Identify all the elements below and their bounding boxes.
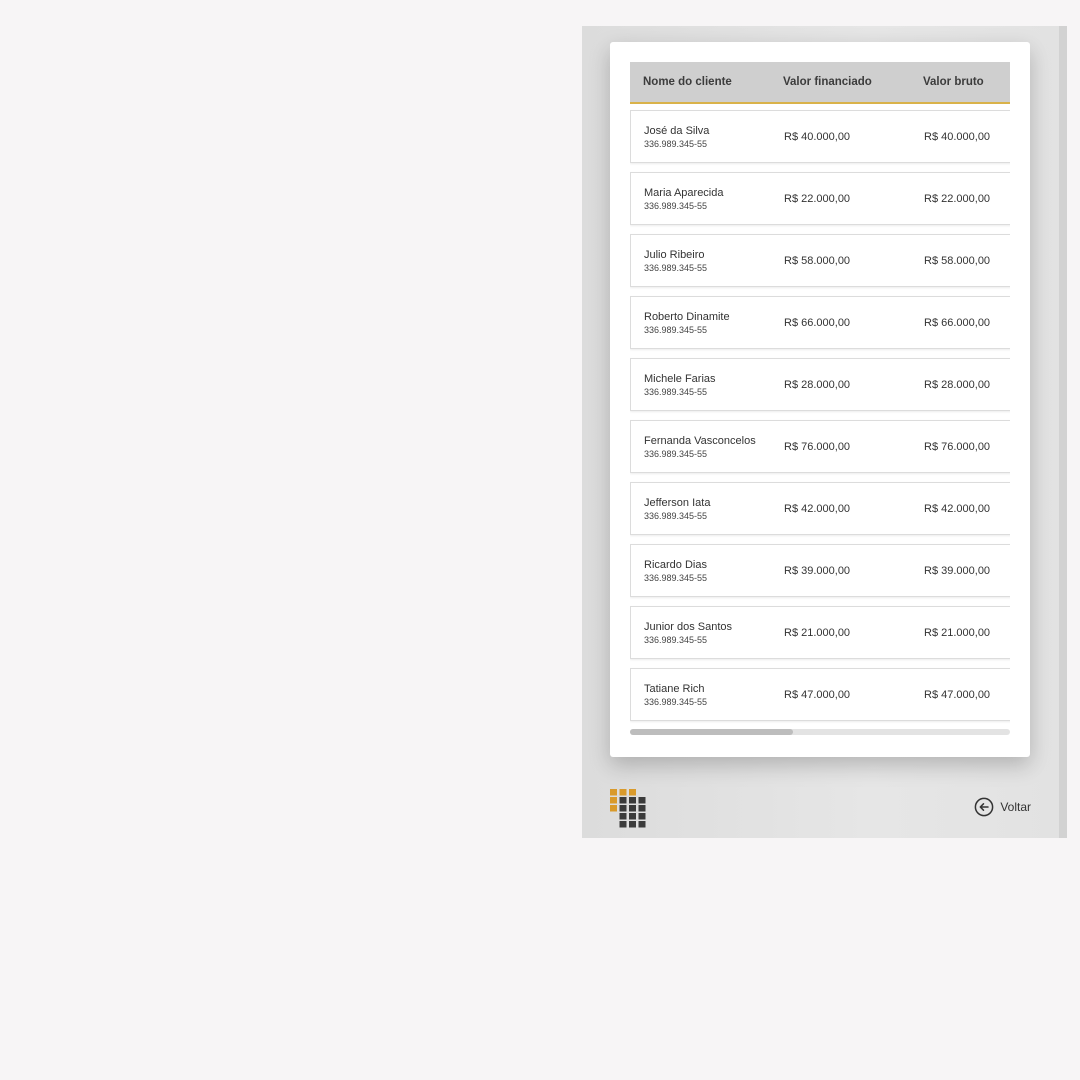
financed-value: R$ 66.000,00 xyxy=(784,316,851,329)
client-cpf: 336.989.345-55 xyxy=(644,634,708,645)
client-cell: Maria Aparecida 336.989.345-55 xyxy=(631,186,771,212)
client-cpf: 336.989.345-55 xyxy=(644,696,708,707)
client-cpf: 336.989.345-55 xyxy=(644,324,708,335)
table-row[interactable]: Ricardo Dias 336.989.345-55 R$ 39.000,00 R$… xyxy=(630,544,1010,597)
table-row[interactable]: Fernanda Vasconcelos 336.989.345-55 R$ 76.… xyxy=(630,420,1010,473)
financed-value: R$ 21.000,00 xyxy=(784,626,851,639)
device-edge xyxy=(1059,26,1067,838)
client-name: José da Silva xyxy=(644,124,710,137)
logo-dot xyxy=(619,805,627,812)
gross-value: R$ 40.000,00 xyxy=(924,130,991,143)
client-cpf: 336.989.345-55 xyxy=(644,510,708,521)
back-button[interactable]: Voltar xyxy=(974,797,1031,817)
financed-value: R$ 28.000,00 xyxy=(784,378,851,391)
header-financed-value[interactable]: Valor financiado xyxy=(770,76,910,88)
client-cell: Junior dos Santos 336.989.345-55 xyxy=(631,620,771,646)
gross-value: R$ 76.000,00 xyxy=(924,440,991,453)
client-cpf: 336.989.345-55 xyxy=(644,262,708,273)
client-cpf: 336.989.345-55 xyxy=(644,448,708,459)
logo-dot xyxy=(619,789,627,796)
client-cell: Jefferson Iata 336.989.345-55 xyxy=(631,496,771,522)
client-table-card: Nome do cliente Valor financiado Valor b… xyxy=(610,42,1030,757)
header-gross-value[interactable]: Valor bruto xyxy=(910,76,1010,88)
table-body: José da Silva 336.989.345-55 R$ 40.000,00 R… xyxy=(630,110,1010,721)
client-name: Maria Aparecida xyxy=(644,186,724,199)
logo-dot xyxy=(638,821,646,828)
gross-value: R$ 42.000,00 xyxy=(924,502,991,515)
financed-value: R$ 40.000,00 xyxy=(784,130,851,143)
logo-dot xyxy=(629,813,636,820)
back-label: Voltar xyxy=(1000,800,1031,814)
horizontal-scrollbar[interactable] xyxy=(630,729,1010,735)
gross-value: R$ 39.000,00 xyxy=(924,564,991,577)
device-screen: Nome do cliente Valor financiado Valor b… xyxy=(582,26,1067,838)
logo-dot xyxy=(638,805,646,812)
financed-value: R$ 47.000,00 xyxy=(784,688,851,701)
table-header: Nome do cliente Valor financiado Valor b… xyxy=(630,62,1010,104)
gross-value: R$ 66.000,00 xyxy=(924,316,991,329)
client-cell: Ricardo Dias 336.989.345-55 xyxy=(631,558,771,584)
logo-dot xyxy=(629,821,636,828)
client-name: Michele Farias xyxy=(644,372,716,385)
financed-value: R$ 58.000,00 xyxy=(784,254,851,267)
header-client-name[interactable]: Nome do cliente xyxy=(630,76,770,88)
logo-dot xyxy=(610,797,617,804)
client-name: Jefferson Iata xyxy=(644,496,711,509)
client-cell: Fernanda Vasconcelos 336.989.345-55 xyxy=(631,434,771,460)
financed-value: R$ 76.000,00 xyxy=(784,440,851,453)
logo-dot xyxy=(638,797,646,804)
client-cell: Roberto Dinamite 336.989.345-55 xyxy=(631,310,771,336)
client-cell: Julio Ribeiro 336.989.345-55 xyxy=(631,248,771,274)
logo-dot xyxy=(619,821,627,828)
table-row[interactable]: José da Silva 336.989.345-55 R$ 40.000,00 R… xyxy=(630,110,1010,163)
client-name: Julio Ribeiro xyxy=(644,248,705,261)
table-row[interactable]: Roberto Dinamite 336.989.345-55 R$ 66.000,… xyxy=(630,296,1010,349)
logo-dot xyxy=(629,805,636,812)
financed-value: R$ 22.000,00 xyxy=(784,192,851,205)
client-cpf: 336.989.345-55 xyxy=(644,572,708,583)
gross-value: R$ 21.000,00 xyxy=(924,626,991,639)
client-name: Fernanda Vasconcelos xyxy=(644,434,756,447)
logo-dot xyxy=(610,789,617,796)
gross-value: R$ 58.000,00 xyxy=(924,254,991,267)
logo-dot xyxy=(619,797,627,804)
logo-dot xyxy=(629,789,636,796)
logo-dot xyxy=(619,813,627,820)
scrollbar-thumb[interactable] xyxy=(630,729,794,735)
dot-grid-logo-icon xyxy=(610,789,650,829)
client-name: Roberto Dinamite xyxy=(644,310,730,323)
financed-value: R$ 39.000,00 xyxy=(784,564,851,577)
logo-dot xyxy=(638,813,646,820)
client-name: Ricardo Dias xyxy=(644,558,707,571)
client-name: Junior dos Santos xyxy=(644,620,733,633)
logo-dot xyxy=(629,797,636,804)
gross-value: R$ 22.000,00 xyxy=(924,192,991,205)
table-row[interactable]: Julio Ribeiro 336.989.345-55 R$ 58.000,00 R… xyxy=(630,234,1010,287)
table-row[interactable]: Jefferson Iata 336.989.345-55 R$ 42.000,00… xyxy=(630,482,1010,535)
client-cell: José da Silva 336.989.345-55 xyxy=(631,124,771,150)
table-row[interactable]: Maria Aparecida 336.989.345-55 R$ 22.000,0… xyxy=(630,172,1010,225)
gross-value: R$ 47.000,00 xyxy=(924,688,991,701)
logo-dot xyxy=(610,805,617,812)
client-cell: Michele Farias 336.989.345-55 xyxy=(631,372,771,398)
client-cell: Tatiane Rich 336.989.345-55 xyxy=(631,682,771,708)
arrow-left-circle-icon xyxy=(974,797,994,817)
table-viewport[interactable]: Nome do cliente Valor financiado Valor b… xyxy=(630,62,1010,737)
client-cpf: 336.989.345-55 xyxy=(644,386,708,397)
client-cpf: 336.989.345-55 xyxy=(644,138,708,149)
client-cpf: 336.989.345-55 xyxy=(644,200,708,211)
client-name: Tatiane Rich xyxy=(644,682,705,695)
table-row[interactable]: Michele Farias 336.989.345-55 R$ 28.000,00… xyxy=(630,358,1010,411)
financed-value: R$ 42.000,00 xyxy=(784,502,851,515)
gross-value: R$ 28.000,00 xyxy=(924,378,991,391)
table-row[interactable]: Tatiane Rich 336.989.345-55 R$ 47.000,00 R$… xyxy=(630,668,1010,721)
table-row[interactable]: Junior dos Santos 336.989.345-55 R$ 21.000… xyxy=(630,606,1010,659)
